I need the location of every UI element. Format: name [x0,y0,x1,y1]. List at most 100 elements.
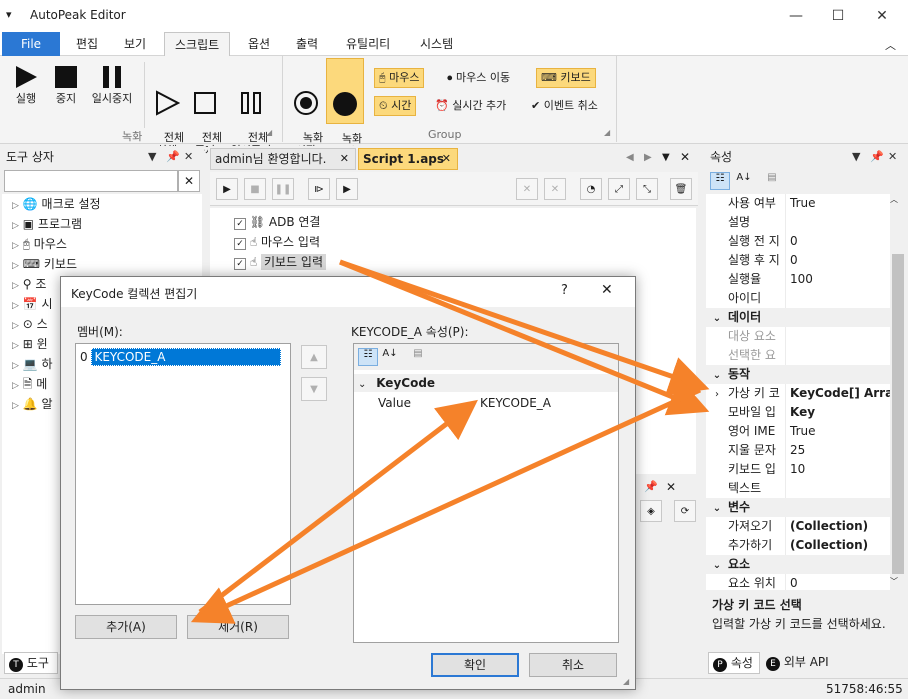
script-line[interactable]: ✓ ☝ 마우스 입력 [234,232,320,252]
cancel-button[interactable]: 취소 [529,653,617,677]
property-row[interactable]: 영어 IME True [706,422,890,441]
property-row[interactable]: 지울 문자 25 [706,441,890,460]
fill-icon[interactable]: ◈ [640,500,662,522]
expand-icon[interactable]: ▷ [12,301,19,311]
run-selected-icon[interactable]: ▶ [336,178,358,200]
alphabetical-icon[interactable]: A↓ [734,172,754,190]
scroll-right-icon[interactable]: ▶ [644,152,652,163]
expand-icon[interactable]: ▷ [12,321,19,331]
property-value[interactable] [786,348,790,362]
property-row[interactable]: › 가상 키 코 KeyCode[] Array [706,384,890,403]
collapse-icon[interactable]: ⌄ [354,379,366,390]
collapse-icon[interactable]: ⌄ [706,556,728,574]
refresh-icon[interactable]: ⟳ [674,500,696,522]
script-line-selected[interactable]: ✓ ☝ 키보드 입력 [234,252,326,272]
refresh-icon[interactable]: ◔ [580,178,602,200]
record-stop-button[interactable]: 녹화 중지 [326,58,364,158]
property-value[interactable]: (Collection) [786,538,868,552]
categorized-icon[interactable]: ☷ [710,172,730,190]
expand-icon[interactable]: ▷ [12,241,19,251]
tab-external-api[interactable]: E 외부 API [762,652,834,674]
trash-icon[interactable]: 🗑 [670,178,692,200]
toolbox-item[interactable]: ▷ 🌐 매크로 설정 [2,194,202,214]
close-button[interactable]: ✕ [862,4,902,28]
realtime-add-toggle[interactable]: ⏰ 실시간 추가 [430,96,511,116]
member-item[interactable]: 0 KEYCODE_A [80,348,290,366]
tab-system[interactable]: 시스템 [410,32,463,56]
property-row[interactable]: 실행 후 지0 [706,251,890,270]
collapse-icon[interactable]: ⤡ [636,178,658,200]
property-category[interactable]: ⌄ 변수 [706,498,890,517]
script-line[interactable]: ✓ ⛓ ADB 연결 [234,212,320,232]
expand-icon[interactable]: ▷ [12,281,19,291]
expand-icon[interactable]: ▷ [12,261,19,271]
pin-icon[interactable]: 📌 [870,146,884,168]
delete-all-icon[interactable]: ✕ [544,178,566,200]
time-toggle[interactable]: ⏲ 시간 [374,96,417,116]
run-button[interactable]: 실행 [8,64,44,105]
property-row[interactable]: 추가하기 (Collection) [706,536,890,555]
toolbox-bottom-tab[interactable]: T 도구 [4,652,58,674]
checkbox[interactable]: ✓ [234,238,246,250]
expand-icon[interactable]: ▷ [12,201,19,211]
property-value[interactable]: 10 [786,462,805,476]
property-value[interactable]: Key [786,405,815,419]
tab-output[interactable]: 출력 [286,32,328,56]
help-button[interactable]: ? [561,283,568,298]
property-row[interactable]: 사용 여부 True [706,194,890,213]
step-play-icon[interactable]: ⧐ [308,178,330,200]
move-down-icon[interactable]: ▼ [301,377,327,401]
minimize-button[interactable]: — [776,4,816,28]
tab-script1[interactable]: Script 1.aps ✕ [358,148,458,170]
tab-properties[interactable]: P 속성 [708,652,760,674]
tab-options[interactable]: 옵션 [238,32,280,56]
dropdown-icon[interactable]: ▼ [852,146,860,168]
toolbox-item[interactable]: ▷ 🖰 마우스 [2,234,202,254]
property-row[interactable]: 키보드 입 10 [706,460,890,479]
tab-file[interactable]: File [2,32,60,56]
delete-icon[interactable]: ✕ [516,178,538,200]
toolbox-item[interactable]: ▷ ⌨ 키보드 [2,254,202,274]
collapse-ribbon-icon[interactable]: ︿ [885,37,896,53]
pin-icon[interactable]: 📌 [166,146,180,168]
property-value[interactable]: True [786,196,816,210]
property-row[interactable]: Value KEYCODE_A [354,394,618,412]
property-value[interactable]: 100 [786,272,813,286]
property-value[interactable]: 0 [786,576,798,590]
property-value[interactable] [786,215,790,229]
property-category[interactable]: ⌄ 요소 [706,555,890,574]
stop-icon[interactable]: ■ [244,178,266,200]
property-row[interactable]: 아이디 [706,289,890,308]
property-value[interactable]: 0 [786,234,798,248]
tab-welcome[interactable]: admin님 환영합니다. ✕ [210,148,356,170]
toolbox-item[interactable]: ▷ ▣ 프로그램 [2,214,202,234]
property-row[interactable]: 모바일 입 Key [706,403,890,422]
play-icon[interactable]: ▶ [216,178,238,200]
property-row[interactable]: 요소 위치 0 [706,574,890,590]
property-value[interactable] [786,481,790,495]
checkbox[interactable]: ✓ [234,218,246,230]
maximize-button[interactable]: ☐ [818,4,858,28]
tab-view[interactable]: 보기 [114,32,156,56]
category-row[interactable]: ⌄ KeyCode [354,374,618,392]
property-value[interactable]: 0 [786,253,798,267]
scroll-left-icon[interactable]: ◀ [626,152,634,163]
expand-icon[interactable]: ▷ [12,401,19,411]
property-row[interactable]: 가져오기 (Collection) [706,517,890,536]
pin-icon[interactable]: 📌 [644,480,658,493]
keyboard-toggle[interactable]: ⌨ 키보드 [536,68,596,88]
pause-button[interactable]: 일시중지 [86,64,138,105]
close-icon[interactable]: ✕ [184,146,193,168]
expand-icon[interactable]: ▷ [12,341,19,351]
collapse-icon[interactable]: ⌄ [706,309,728,327]
property-value[interactable]: KeyCode[] Array [786,386,890,400]
dropdown-icon[interactable]: ▼ [148,146,156,168]
property-value[interactable]: True [786,424,816,438]
resize-grip-icon[interactable]: ◢ [623,677,629,686]
property-category[interactable]: ⌄ 동작 [706,365,890,384]
dialog-launcher-icon[interactable]: ◢ [266,128,272,137]
property-row[interactable]: 대상 요소 [706,327,890,346]
event-cancel-toggle[interactable]: ✔ 이벤트 취소 [526,96,603,116]
dialog-close-icon[interactable]: ✕ [601,282,613,298]
members-list[interactable]: 0 KEYCODE_A [75,343,291,605]
